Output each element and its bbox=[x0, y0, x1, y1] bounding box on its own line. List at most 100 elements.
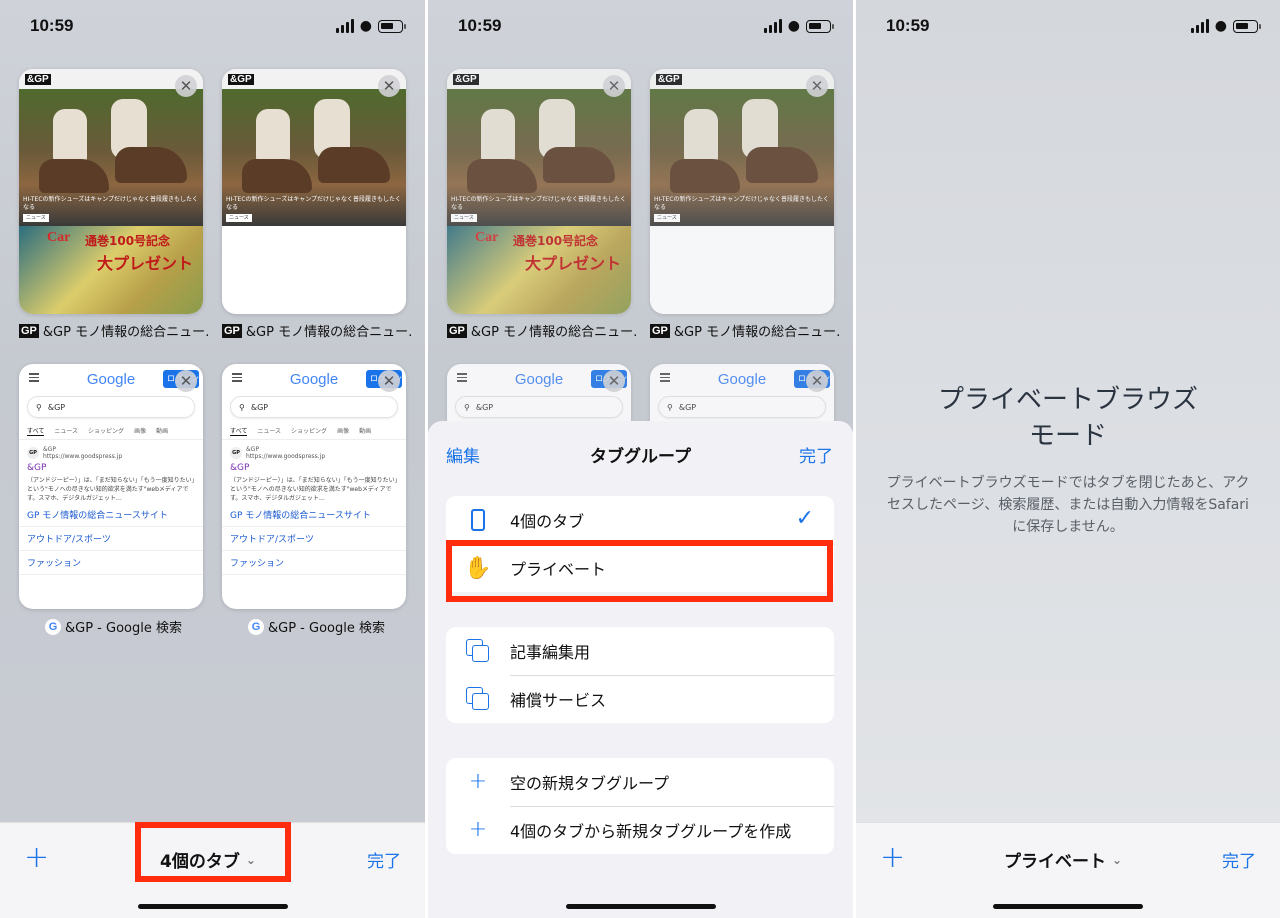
promo-banner: Car 通巻100号記念 大プレゼント bbox=[19, 226, 203, 314]
search-result: GP &GP https://www.goodspress.jp &GP （アンドジ… bbox=[19, 440, 203, 503]
wifi-icon: ● bbox=[1214, 18, 1227, 34]
status-time: 10:59 bbox=[886, 16, 930, 35]
search-query: &GP bbox=[250, 402, 269, 412]
status-time: 10:59 bbox=[30, 16, 74, 35]
result-title: &GP bbox=[27, 463, 47, 473]
search-box: ⚲ &GP bbox=[658, 396, 826, 418]
google-logo: Google bbox=[717, 370, 767, 388]
promo-banner: Car 通巻100号記念 大プレゼント bbox=[447, 226, 631, 314]
checkmark-icon: ✓ bbox=[795, 506, 814, 531]
done-button[interactable]: 完了 bbox=[799, 442, 833, 467]
gp-favicon-icon: GP bbox=[222, 323, 242, 338]
status-time: 10:59 bbox=[458, 16, 502, 35]
sitelink: アウトドア/スポーツ bbox=[19, 527, 203, 551]
article-photo: HI-TECの新作シューズはキャンプだけじゃなく普段履きもしたくなるニュース bbox=[650, 89, 834, 226]
promo-subheading: 大プレゼント bbox=[525, 254, 622, 273]
close-tab-icon[interactable]: ✕ bbox=[175, 370, 197, 392]
result-site: &GP bbox=[246, 446, 259, 453]
article-caption: HI-TECの新作シューズはキャンプだけじゃなく普段履きもしたくなる bbox=[654, 196, 830, 211]
sitelinks: GP モノ情報の総合ニュースサイト アウトドア/スポーツ ファッション bbox=[19, 503, 203, 575]
tab-title-text: &GP モノ情報の総合ニュー… bbox=[42, 325, 209, 340]
battery-icon bbox=[1233, 19, 1261, 33]
chevron-down-icon: ⌄ bbox=[1112, 852, 1123, 867]
tab-card-goodspress-2[interactable]: &GP HI-TECの新作シューズはキャンプだけじゃなく普段履きもしたくなる ニュ… bbox=[222, 69, 406, 314]
google-logo: Google bbox=[86, 370, 136, 388]
close-tab-icon[interactable]: ✕ bbox=[378, 370, 400, 392]
tab-title-text: &GP モノ情報の総合ニュー… bbox=[470, 325, 637, 340]
new-tab-button[interactable]: + bbox=[880, 843, 905, 873]
search-tab: 画像 bbox=[337, 428, 350, 435]
article-photo: HI-TECの新作シューズはキャンプだけじゃなく普段履きもしたくなる ニュース bbox=[447, 89, 631, 226]
google-logo: Google bbox=[514, 370, 564, 388]
search-icon: ⚲ bbox=[36, 402, 42, 412]
site-logo: &GP bbox=[656, 73, 682, 85]
search-tab: 動画 bbox=[156, 428, 169, 435]
tab-card-goodspress-1[interactable]: &GP HI-TECの新作シューズはキャンプだけじゃなく普段履きもしたくなる ニュ… bbox=[19, 69, 203, 314]
search-tab: すべて bbox=[230, 428, 248, 436]
sheet-title: タブグループ bbox=[590, 447, 691, 467]
news-tag: ニュース bbox=[226, 214, 252, 222]
tab-card-google-2[interactable]: Google ログイン ⚲&GP すべて ニュース ショッピング 画像 動画 G… bbox=[222, 364, 406, 609]
article-caption: HI-TECの新作シューズはキャンプだけじゃなく普段履きもしたくなる bbox=[226, 196, 402, 211]
tabs-icon bbox=[446, 639, 510, 663]
site-logo: &GP bbox=[453, 73, 479, 85]
news-tag: ニュース bbox=[654, 214, 680, 222]
tab-group-selector[interactable]: プライベート ⌄ bbox=[1004, 847, 1122, 872]
sitelink: ファッション bbox=[222, 551, 406, 575]
search-tabs: すべて ニュース ショッピング 画像 動画 bbox=[222, 420, 406, 440]
promo-heading: 通巻100号記念 bbox=[513, 234, 599, 248]
new-tab-button[interactable]: + bbox=[24, 843, 49, 873]
tab-groups-sheet: 編集 タブグループ 完了 4個のタブ ✓ ✋ プライベート 記事編集用 補償サー… bbox=[428, 421, 853, 918]
new-tab-group-actions: + 空の新規タブグループ + 4個のタブから新規タブグループを作成 bbox=[446, 758, 834, 854]
article-caption: HI-TECの新作シューズはキャンプだけじゃなく普段履きもしたくなる bbox=[451, 196, 627, 211]
sitelink: ファッション bbox=[19, 551, 203, 575]
tab-card-google-1[interactable]: Google ログイン ⚲&GP すべて ニュース ショッピング 画像 動画 G… bbox=[19, 364, 203, 609]
done-button[interactable]: 完了 bbox=[367, 847, 401, 872]
new-empty-tab-group-button[interactable]: + 空の新規タブグループ bbox=[446, 758, 834, 806]
close-tab-icon[interactable]: ✕ bbox=[378, 75, 400, 97]
new-tab-group-from-tabs-button[interactable]: + 4個のタブから新規タブグループを作成 bbox=[446, 806, 834, 854]
search-result: GP &GP https://www.goodspress.jp &GP （アンドジ… bbox=[222, 440, 406, 503]
home-indicator bbox=[137, 904, 288, 909]
plus-icon: + bbox=[468, 769, 488, 794]
sitelink: GP モノ情報の総合ニュースサイト bbox=[19, 503, 203, 527]
tabs-icon bbox=[446, 687, 510, 711]
status-bar: 10:59 ● bbox=[428, 14, 853, 38]
tab-title-text: &GP モノ情報の総合ニュー… bbox=[245, 325, 412, 340]
menu-icon bbox=[660, 373, 670, 384]
tab-title-text: &GP - Google 検索 bbox=[65, 621, 182, 636]
search-icon: ⚲ bbox=[464, 402, 470, 412]
tab-group-item-warranty[interactable]: 補償サービス bbox=[446, 675, 834, 723]
tab-group-item-article-edit[interactable]: 記事編集用 bbox=[446, 627, 834, 675]
battery-icon bbox=[806, 19, 834, 33]
result-desc: （アンドジーピー）」は、「まだ知らない」「もう一度知りたい」という"モノへの尽き… bbox=[27, 477, 195, 502]
google-logo: Google bbox=[289, 370, 339, 388]
close-tab-icon: ✕ bbox=[603, 75, 625, 97]
gp-favicon-icon: GP bbox=[650, 323, 670, 338]
search-tab: 画像 bbox=[134, 428, 147, 435]
result-site: &GP bbox=[43, 446, 56, 453]
search-tab: すべて bbox=[27, 428, 45, 436]
tab-group-label: 4個のタブ bbox=[510, 512, 585, 531]
close-tab-icon: ✕ bbox=[603, 370, 625, 392]
tab-group-title: プライベート bbox=[1004, 852, 1106, 872]
tab-card-goodspress-1: &GP HI-TECの新作シューズはキャンプだけじゃなく普段履きもしたくなる ニュ… bbox=[447, 69, 631, 314]
result-url: https://www.goodspress.jp bbox=[43, 453, 123, 460]
cellular-signal-icon bbox=[335, 19, 354, 33]
tab-group-label: 補償サービス bbox=[510, 691, 607, 710]
status-bar: 10:59 ● bbox=[0, 14, 425, 38]
sitelinks: GP モノ情報の総合ニュースサイト アウトドア/スポーツ ファッション bbox=[222, 503, 406, 575]
done-button[interactable]: 完了 bbox=[1222, 847, 1256, 872]
tab-group-item-4-tabs[interactable]: 4個のタブ ✓ bbox=[446, 496, 834, 544]
menu-icon bbox=[457, 373, 467, 384]
menu-icon bbox=[29, 373, 39, 384]
tab-card-goodspress-2: &GP HI-TECの新作シューズはキャンプだけじゃなく普段履きもしたくなるニュ… bbox=[650, 69, 834, 314]
private-mode-title: プライベートブラウズ モード bbox=[937, 385, 1198, 451]
tab-overview-panel: 10:59 ● &GP HI-TECの新作シューズはキャンプだけじゃなく普段履き… bbox=[0, 0, 425, 918]
sitelink: GP モノ情報の総合ニュースサイト bbox=[222, 503, 406, 527]
search-query: &GP bbox=[475, 402, 494, 412]
search-tab: ニュース bbox=[257, 428, 282, 435]
promo-heading: 通巻100号記念 bbox=[85, 234, 171, 248]
news-tag: ニュース bbox=[23, 214, 49, 222]
close-tab-icon[interactable]: ✕ bbox=[175, 75, 197, 97]
